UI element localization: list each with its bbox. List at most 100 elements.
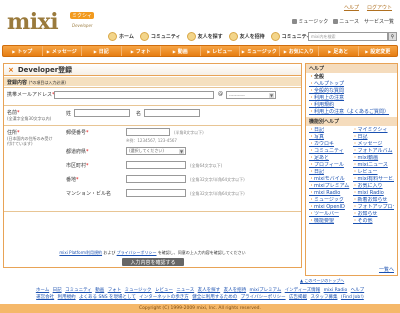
service-list-link[interactable]: サービス一覧 xyxy=(364,18,394,25)
func-item[interactable]: フォトアルバム xyxy=(353,148,395,155)
func-item[interactable]: mixi Radio xyxy=(353,190,395,197)
first-name-input[interactable] xyxy=(144,109,200,117)
func-item[interactable]: マイミクシィ xyxy=(353,127,395,134)
footer-link[interactable]: 健全に利用するための xyxy=(192,295,237,300)
privacy-policy-link[interactable]: プライバシーポリシー xyxy=(117,250,157,255)
menu-photo[interactable]: ▶ フォト xyxy=(122,46,161,56)
mixi-logo[interactable]: mixi xyxy=(7,9,59,35)
func-item[interactable]: 日記 xyxy=(309,127,351,134)
home-icon xyxy=(108,32,117,41)
func-item[interactable]: お知らせ xyxy=(353,211,395,218)
func-item[interactable]: mixi Radio xyxy=(309,190,351,197)
news-link[interactable]: ニュース xyxy=(333,18,359,25)
func-item[interactable]: カウロキ xyxy=(309,141,351,148)
footer-link[interactable]: インターネットの歩き方 xyxy=(139,295,189,300)
platform-terms-link[interactable]: mixi Platform利用規約 xyxy=(59,250,102,255)
confirm-button[interactable]: 入力内容を確認する xyxy=(122,258,184,266)
footer-link[interactable]: 利用規約 xyxy=(58,295,76,300)
logout-link[interactable]: ログアウト xyxy=(367,4,392,11)
email-domain-select[interactable]: ----------- ▼ xyxy=(226,91,276,99)
footer-link[interactable]: コミュニティ xyxy=(65,288,92,293)
more-help-link[interactable]: 一覧へ xyxy=(379,266,394,273)
menu-message[interactable]: ▶ メッセージ xyxy=(43,46,82,56)
help-item[interactable]: ヘルプトップ xyxy=(309,81,394,88)
func-item[interactable]: 機能要望 xyxy=(309,218,351,225)
func-item[interactable]: 日記 xyxy=(309,169,351,176)
developer-registration-panel: × Developer登録 登録内容 (*の項目は入力必須) 携帯メールアドレス… xyxy=(3,63,302,268)
menu-top[interactable]: ▶ トップ xyxy=(3,46,43,56)
func-item[interactable]: その他 xyxy=(353,218,395,225)
footer-link[interactable]: 運営会社 xyxy=(36,295,54,300)
music-link[interactable]: ミュージック xyxy=(292,18,328,25)
menu-footprints[interactable]: ▶ 足あと xyxy=(319,46,359,56)
footer-link[interactable]: 日記 xyxy=(53,288,62,293)
menu-diary[interactable]: ▶ 日記 xyxy=(82,46,122,56)
menu-video[interactable]: ▶ 動画 xyxy=(161,46,201,56)
email-local-input[interactable] xyxy=(54,91,214,99)
nav-community[interactable]: コミュニティ xyxy=(139,32,181,41)
menu-review[interactable]: ▶ レビュー xyxy=(201,46,240,56)
func-item[interactable]: mixiプレミアム xyxy=(309,183,351,190)
nav-home[interactable]: ホーム xyxy=(108,32,134,41)
footer-link[interactable]: ホーム xyxy=(36,288,49,293)
search-button[interactable]: ⚲ xyxy=(388,32,397,41)
func-item[interactable]: mixi OpenID xyxy=(309,204,351,211)
func-item[interactable]: 足あと xyxy=(309,155,351,162)
city-hint: (全角64文字以下) xyxy=(190,163,223,168)
menu-music[interactable]: ▶ ミュージック xyxy=(240,46,280,56)
help-item[interactable]: 利用規約 xyxy=(309,102,394,109)
nav-community-2[interactable]: コミュニティ xyxy=(270,32,311,41)
func-item[interactable]: mixi有料サービス xyxy=(353,176,394,183)
footer-link[interactable]: レビュー xyxy=(155,288,173,293)
city-input[interactable] xyxy=(126,161,186,169)
func-item[interactable]: mixi動画 xyxy=(353,155,395,162)
footer-link[interactable]: スタッフ募集 xyxy=(310,295,337,300)
func-item[interactable]: フォトアップローダー xyxy=(353,204,394,211)
nav-find-friends[interactable]: 友人を探す xyxy=(186,32,223,41)
footer-link[interactable]: フォト xyxy=(108,288,122,293)
footer-link[interactable]: mixiプレミアム xyxy=(250,288,282,293)
menu-settings[interactable]: ▶ 設定変更 xyxy=(359,46,398,56)
street-input[interactable] xyxy=(126,175,186,183)
footer-link[interactable]: インディーズ情報 xyxy=(285,288,320,293)
building-input[interactable] xyxy=(126,189,186,197)
help-item[interactable]: 利用上の注意（よくあるご質問） xyxy=(309,109,394,116)
func-item[interactable]: コミュニティ xyxy=(309,148,351,155)
func-item[interactable]: mixiモバイル xyxy=(309,176,351,183)
search-input[interactable]: mixi内を検索 xyxy=(308,32,388,41)
footer-link[interactable]: mixi Radio xyxy=(324,288,348,293)
footer-link[interactable]: 友人を探す xyxy=(198,288,221,293)
func-item[interactable]: 写真 xyxy=(309,134,351,141)
last-name-input[interactable] xyxy=(74,109,130,117)
address-row: 住所* (日本国内の住所のみ受け付けています) 郵便番号* (半角8文字以下) … xyxy=(4,125,301,211)
page-top-link[interactable]: ▲ このページのトップへ xyxy=(300,278,344,284)
func-item[interactable]: プロフィール xyxy=(309,162,351,169)
func-item[interactable]: 日記 xyxy=(353,134,395,141)
footer-link[interactable]: ミュージック xyxy=(125,288,152,293)
func-item[interactable]: お気に入り xyxy=(353,183,395,190)
nav-invite[interactable]: 友人を招待 xyxy=(228,32,265,41)
footer-link[interactable]: 友人を招待 xyxy=(224,288,247,293)
func-item[interactable]: ツールバー xyxy=(309,211,351,218)
footer-link[interactable]: プライバシーポリシー xyxy=(241,295,286,300)
func-item[interactable]: ミュージック xyxy=(309,197,351,204)
footer-link[interactable]: 動画 xyxy=(95,288,104,293)
func-item[interactable]: メッセージ xyxy=(353,141,395,148)
func-item[interactable]: 新着お知らせ xyxy=(353,197,395,204)
func-item[interactable]: レビュー xyxy=(353,169,395,176)
footer-link[interactable]: (Find Job!) xyxy=(341,295,364,300)
footer-link[interactable]: ニュース xyxy=(176,288,194,293)
zip-input[interactable] xyxy=(126,128,170,136)
top-links: ヘルプ ログアウト xyxy=(344,4,392,11)
footer-link[interactable]: ヘルプ xyxy=(351,288,365,293)
prefecture-select[interactable]: (選択してください) ▼ xyxy=(126,147,186,155)
help-item[interactable]: 全般的な質問 xyxy=(309,88,394,95)
help-link[interactable]: ヘルプ xyxy=(344,4,359,11)
icon-nav: ホーム コミュニティ 友人を探す 友人を招待 コミュニティ xyxy=(108,32,311,41)
menu-favorites[interactable]: ▶ お気に入り xyxy=(280,46,319,56)
func-item[interactable]: mixiニュース xyxy=(353,162,395,169)
footer-link[interactable]: よくある SNS を現場として xyxy=(79,295,136,300)
help-item[interactable]: 利用上の注意 xyxy=(309,95,394,102)
footer-link[interactable]: 広告掲載 xyxy=(289,295,307,300)
copyright: Copyright (C) 1999-2009 mixi, Inc. All r… xyxy=(0,304,400,313)
